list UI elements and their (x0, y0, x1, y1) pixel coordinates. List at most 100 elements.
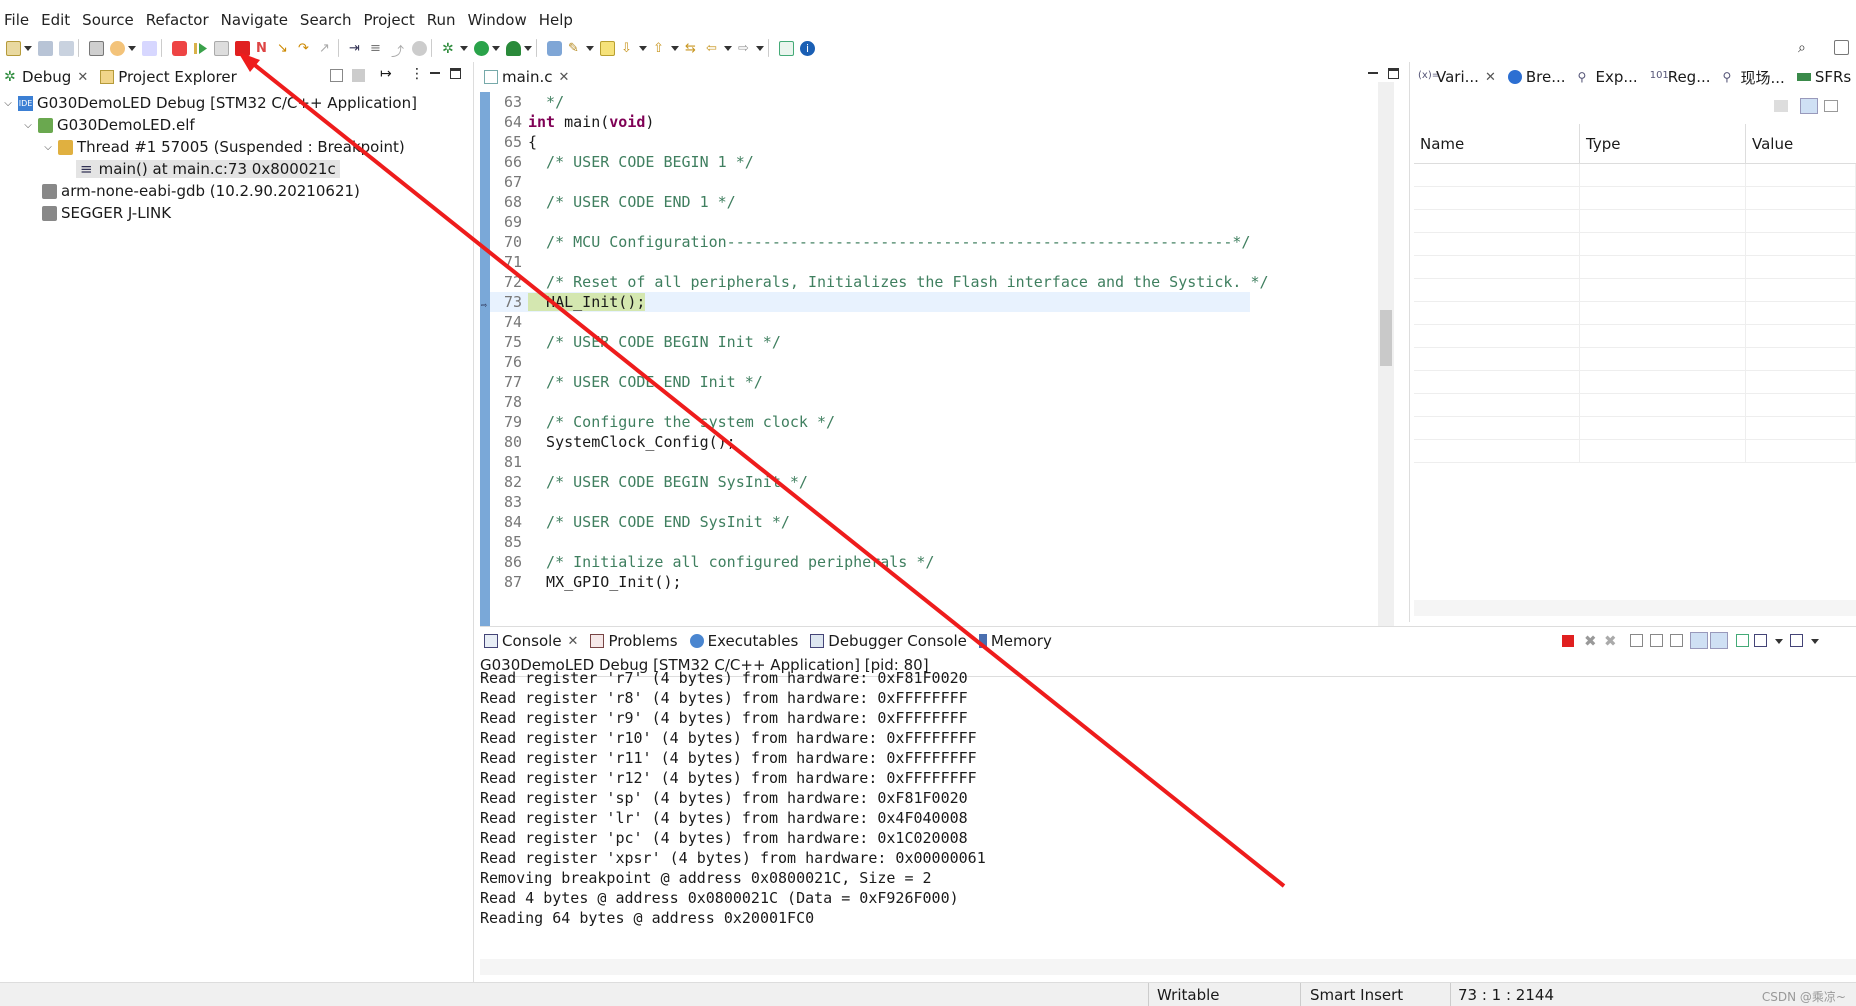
tab-expressions[interactable]: ⚲ Exp... (1578, 68, 1638, 86)
scroll-thumb[interactable] (1380, 310, 1392, 366)
menu-navigate[interactable]: Navigate (221, 11, 288, 29)
menu-help[interactable]: Help (539, 11, 573, 29)
table-row[interactable] (1414, 210, 1856, 233)
tree-row-selected[interactable]: ≡ main() at main.c:73 0x800021c (0, 158, 473, 180)
word-wrap-icon[interactable] (1670, 634, 1683, 647)
table-row[interactable] (1414, 187, 1856, 210)
scroll-lock-icon[interactable] (1650, 634, 1663, 647)
maximize-icon[interactable] (450, 68, 461, 79)
close-icon[interactable]: ✕ (568, 634, 579, 649)
remove-all-terminated-icon[interactable]: ✖ (1604, 632, 1617, 650)
perspective-icon[interactable] (1834, 40, 1849, 55)
tab-registers[interactable]: 101 Reg... (1650, 68, 1711, 86)
debug-icon[interactable]: ✲ (442, 41, 457, 57)
code-line[interactable]: 77 /* USER CODE END Init */ (490, 372, 1250, 392)
collapse-all-icon[interactable] (330, 69, 343, 82)
variables-horizontal-scrollbar[interactable] (1414, 600, 1856, 616)
new-icon[interactable] (6, 40, 21, 56)
tab-live-expressions[interactable]: ⚲ 现场... (1723, 67, 1785, 88)
tree-row[interactable]: arm-none-eabi-gdb (10.2.90.20210621) (0, 180, 473, 202)
menu-run[interactable]: Run (427, 11, 456, 29)
minimize-icon[interactable] (430, 72, 440, 74)
code-line[interactable]: 73 HAL_Init(); (490, 292, 1250, 312)
editor-vertical-scrollbar[interactable] (1378, 82, 1394, 662)
tab-executables[interactable]: Executables (689, 632, 798, 650)
next-annotation-dropdown[interactable] (639, 45, 647, 51)
back-dropdown[interactable] (724, 45, 732, 51)
prev-annotation-dropdown[interactable] (671, 45, 679, 51)
search-icon[interactable]: ⌕ (1798, 40, 1813, 56)
table-row[interactable] (1414, 348, 1856, 371)
code-line[interactable]: 68 /* USER CODE END 1 */ (490, 192, 1250, 212)
tree-row[interactable]: ⌵ IDE G030DemoLED Debug [STM32 C/C++ App… (0, 92, 473, 114)
table-row[interactable] (1414, 440, 1856, 463)
open-type-icon[interactable] (547, 40, 562, 56)
code-line[interactable]: 87 MX_GPIO_Init(); (490, 572, 1250, 592)
code-line[interactable]: 81 (490, 452, 1250, 472)
tab-memory[interactable]: Memory (978, 632, 1052, 650)
run-dropdown[interactable] (492, 45, 500, 51)
table-row[interactable] (1414, 279, 1856, 302)
console-horizontal-scrollbar[interactable] (480, 959, 1856, 975)
console-output[interactable]: Read register 'r7' (4 bytes) from hardwa… (480, 668, 1856, 928)
back-icon[interactable]: ⇦ (706, 41, 721, 56)
terminate-icon[interactable] (1562, 635, 1574, 647)
tab-variables[interactable]: (x)= Vari... ✕ (1418, 68, 1496, 86)
menu-refactor[interactable]: Refactor (146, 11, 209, 29)
code-line[interactable]: 78 (490, 392, 1250, 412)
reset-icon[interactable]: ⤴ (391, 41, 406, 60)
chevron-down-icon[interactable]: ⌵ (42, 142, 54, 153)
code-line[interactable]: 64 int main(void) (490, 112, 1250, 132)
debug-dropdown[interactable] (460, 45, 468, 51)
table-row[interactable] (1414, 302, 1856, 325)
code-line[interactable]: 70 /* MCU Configuration-----------------… (490, 232, 1251, 252)
external-tools-icon[interactable] (506, 40, 521, 56)
show-on-error-icon[interactable] (1710, 632, 1728, 649)
view-menu-icon[interactable]: ⋮ (410, 66, 424, 82)
tree-row[interactable]: ⌵ Thread #1 57005 (Suspended : Breakpoin… (0, 136, 473, 158)
code-line[interactable]: 69 (490, 212, 1250, 232)
code-line[interactable]: 71 (490, 252, 1250, 272)
tab-debugger-console[interactable]: Debugger Console (810, 632, 967, 650)
mark-occurrences-icon[interactable] (600, 40, 615, 56)
disconnect-icon[interactable]: N (256, 41, 271, 56)
code-line[interactable]: 80 SystemClock_Config(); (490, 432, 1250, 452)
table-row[interactable] (1414, 164, 1856, 187)
search-tool-dropdown[interactable] (586, 45, 594, 51)
table-row[interactable] (1414, 417, 1856, 440)
tab-breakpoints[interactable]: Bre... (1507, 68, 1566, 86)
run-icon[interactable] (474, 40, 489, 56)
suspend-icon[interactable] (214, 40, 229, 56)
column-header-type[interactable]: Type (1580, 124, 1746, 163)
step-into-icon[interactable]: ↘ (277, 41, 292, 56)
step-return-icon[interactable]: ↗ (319, 41, 334, 56)
close-icon[interactable]: ✕ (77, 70, 88, 85)
tab-main-c[interactable]: main.c ✕ (484, 68, 569, 86)
code-editor[interactable]: ⇨ 63 */64 int main(void) 65{66 /* USER COD… (480, 92, 1272, 657)
layout-icon[interactable] (1824, 100, 1838, 112)
search-tool-icon[interactable]: ✎ (568, 41, 583, 56)
chevron-down-icon[interactable]: ⌵ (2, 98, 14, 109)
build-icon[interactable] (89, 40, 104, 56)
code-line[interactable]: 65 { (490, 132, 1250, 152)
select-columns-icon[interactable] (1800, 98, 1818, 114)
menu-search[interactable]: Search (300, 11, 352, 29)
tab-sfrs[interactable]: SFRs (1796, 68, 1851, 86)
code-line[interactable]: 79 /* Configure the system clock */ (490, 412, 1250, 432)
remove-terminated-icon[interactable] (352, 69, 365, 82)
prev-annotation-icon[interactable]: ⇧ (653, 41, 668, 56)
code-line[interactable]: 63 */ (490, 92, 1250, 112)
display-console-dropdown[interactable] (1775, 639, 1783, 644)
skip-breakpoints-icon[interactable] (172, 40, 187, 56)
external-tools-dropdown[interactable] (524, 45, 532, 51)
table-row[interactable] (1414, 394, 1856, 417)
info-icon[interactable]: i (800, 40, 815, 56)
menu-window[interactable]: Window (468, 11, 527, 29)
tab-debug[interactable]: ✲ Debug ✕ (4, 68, 88, 86)
code-line[interactable]: 75 /* USER CODE BEGIN Init */ (490, 332, 1250, 352)
refresh-icon[interactable] (110, 40, 125, 56)
code-line[interactable]: 72 /* Reset of all peripherals, Initiali… (490, 272, 1269, 292)
code-line[interactable]: 86 /* Initialize all configured peripher… (490, 552, 1250, 572)
refresh-dropdown[interactable] (128, 45, 136, 51)
table-row[interactable] (1414, 325, 1856, 348)
